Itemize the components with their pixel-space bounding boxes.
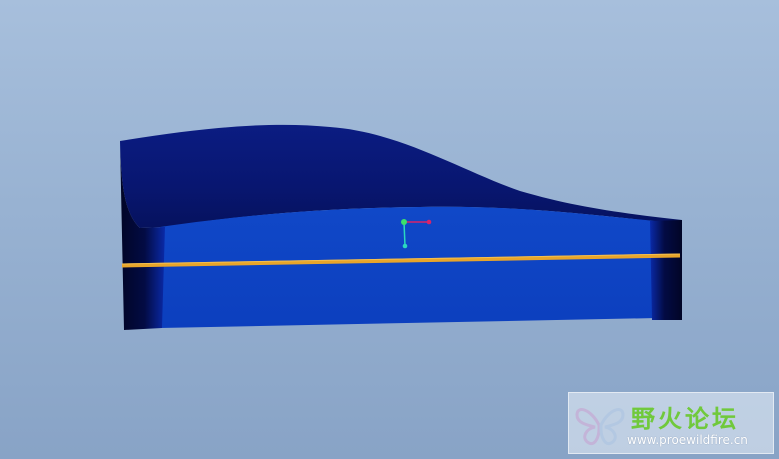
butterfly-logo-icon (575, 408, 625, 446)
front-face[interactable] (160, 206, 657, 328)
watermark-title: 野火论坛 (631, 405, 739, 433)
graphics-viewport[interactable]: 野火论坛 www.proewildfire.cn (0, 0, 779, 459)
model-scene[interactable] (0, 0, 779, 459)
watermark: 野火论坛 www.proewildfire.cn (568, 392, 774, 454)
right-side-face[interactable] (650, 220, 682, 320)
watermark-url: www.proewildfire.cn (627, 433, 748, 447)
